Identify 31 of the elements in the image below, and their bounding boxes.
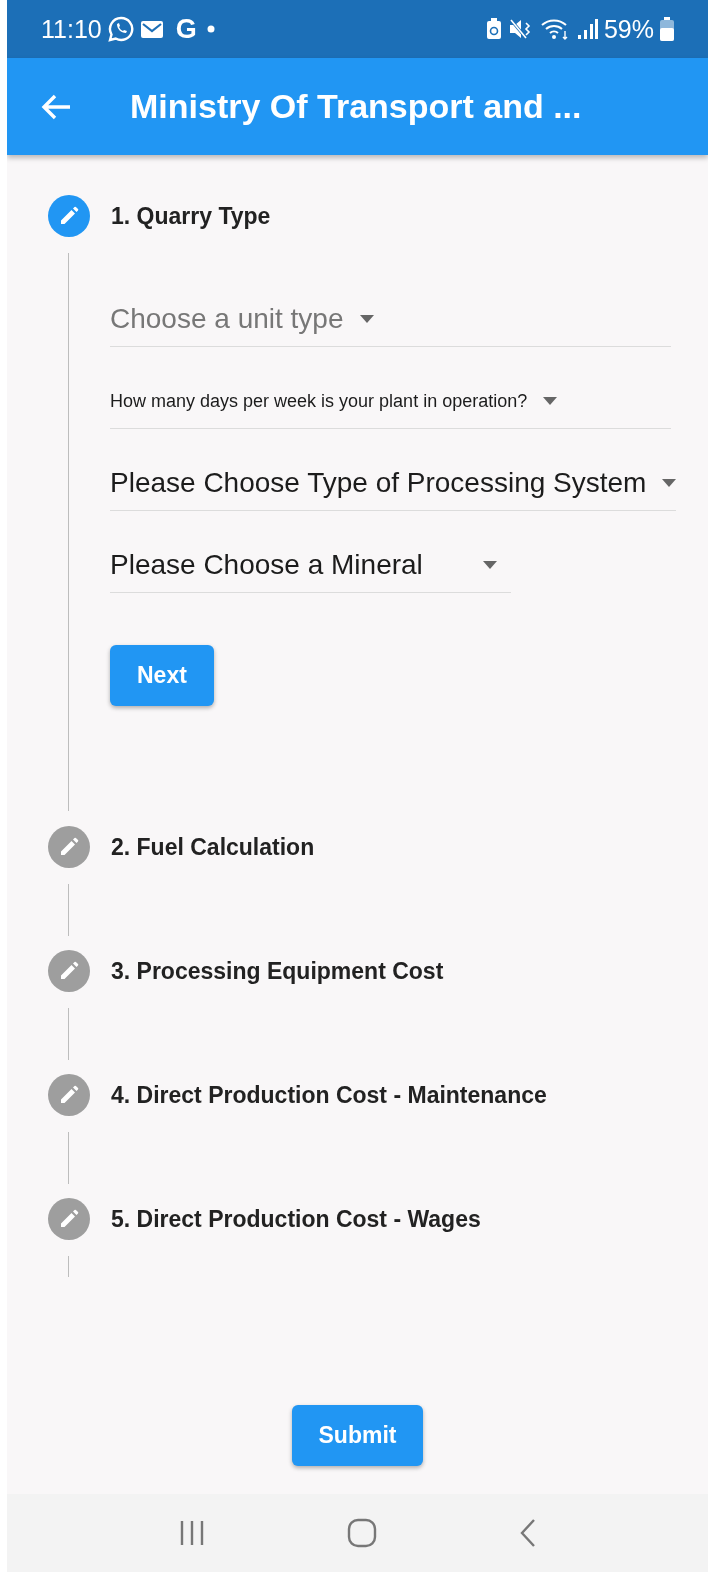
dropdown-hint: Please Choose Type of Processing System: [110, 467, 647, 499]
chat-bubble-icon: [107, 16, 134, 42]
dropdown-field[interactable]: Please Choose a Mineral: [110, 549, 511, 593]
home-icon[interactable]: [347, 1518, 378, 1548]
back-button[interactable]: [40, 92, 72, 121]
step-title: 2. Fuel Calculation: [111, 833, 315, 861]
dropdown-caret-icon: [483, 561, 497, 569]
back-arrow-icon: [40, 92, 72, 121]
notification-glyph: G: [175, 13, 197, 45]
dropdown-caret-icon: [359, 315, 374, 323]
signal-icon: [575, 18, 598, 40]
dropdown-caret-icon: [662, 479, 677, 487]
step-title: 5. Direct Production Cost - Wages: [111, 1205, 481, 1233]
battery-percentage: 59%: [603, 14, 654, 44]
step-title: 1. Quarry Type: [111, 202, 271, 230]
dropdown-field[interactable]: How many days per week is your plant in operation?: [110, 390, 671, 429]
step-title: 3. Processing Equipment Cost: [111, 957, 444, 985]
battery-saver-icon: [485, 18, 502, 40]
screen-title: Ministry Of Transport and ...: [130, 87, 582, 126]
battery-icon: [660, 17, 674, 41]
dropdown-caret-icon: [543, 397, 558, 405]
wifi-icon: [539, 17, 570, 41]
step-title: 4. Direct Production Cost - Maintenance: [111, 1081, 547, 1109]
mail-icon: [139, 18, 166, 40]
back-icon[interactable]: [519, 1518, 538, 1548]
dropdown-hint: Choose a unit type: [110, 303, 344, 335]
dropdown-hint: How many days per week is your plant in operation?: [110, 390, 528, 412]
clock-time: 11:10: [41, 14, 102, 44]
dropdown-field[interactable]: Choose a unit type: [110, 303, 671, 347]
dropdown-field[interactable]: Please Choose Type of Processing System: [110, 467, 677, 511]
dropdown-hint: Please Choose a Mineral: [110, 549, 423, 581]
